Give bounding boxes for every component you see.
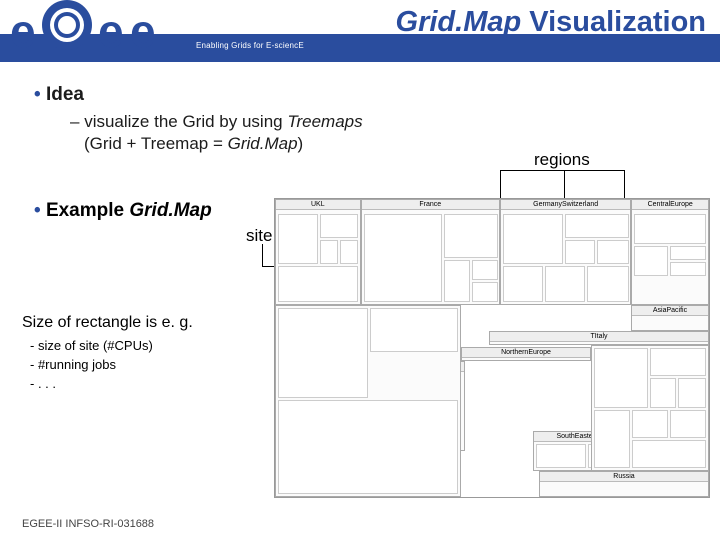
footer-text: EGEE-II INFSO-RI-031688: [22, 518, 154, 530]
regions-annotation: regions: [534, 150, 590, 170]
title-strong: Grid.Map: [396, 6, 522, 38]
region-mid: [591, 345, 709, 471]
connector-line: [564, 170, 565, 198]
size-description: Size of rectangle is e. g. - size of sit…: [22, 314, 193, 395]
size-heading: Size of rectangle is e. g.: [22, 314, 193, 332]
connector-line: [564, 170, 624, 171]
slide-header: e e e Enabling Grids for E-sciencE Grid.…: [0, 0, 720, 62]
connector-line: [500, 170, 564, 171]
treemap-figure: UKL France GermanySwitzerland: [274, 198, 710, 498]
connector-line: [624, 170, 625, 198]
slide-title: Grid.Map Visualization: [396, 6, 706, 39]
region-northern-europe: NorthernEurope: [461, 347, 591, 361]
idea-line-2: (Grid + Treemap = Grid.Map): [84, 134, 720, 154]
region-italy: TItaly: [489, 331, 709, 345]
tagline: Enabling Grids for E-sciencE: [196, 41, 304, 50]
region-france: France: [361, 199, 500, 305]
content-area: Idea visualize the Grid by using Treemap…: [0, 72, 720, 156]
connector-line: [500, 170, 501, 198]
title-rest: Visualization: [521, 6, 706, 38]
site-annotation: site: [246, 226, 272, 246]
region-ukl: UKL: [275, 199, 361, 305]
connector-line: [262, 244, 263, 266]
region-asia-pacific: AsiaPacific: [631, 305, 709, 331]
region-germany: GermanySwitzerland: [500, 199, 631, 305]
idea-line-1: visualize the Grid by using Treemaps: [70, 112, 720, 132]
region-russia: Russia: [539, 471, 709, 497]
size-item: - #running jobs: [30, 357, 193, 372]
region-big-left: [275, 305, 461, 497]
region-central-europe: CentralEurope: [631, 199, 709, 305]
size-item: - size of site (#CPUs): [30, 338, 193, 353]
idea-heading: Idea: [34, 84, 720, 106]
egee-logo: e e e: [10, 2, 185, 60]
size-item: - . . .: [30, 376, 193, 391]
example-heading: Example Grid.Map: [34, 200, 212, 222]
